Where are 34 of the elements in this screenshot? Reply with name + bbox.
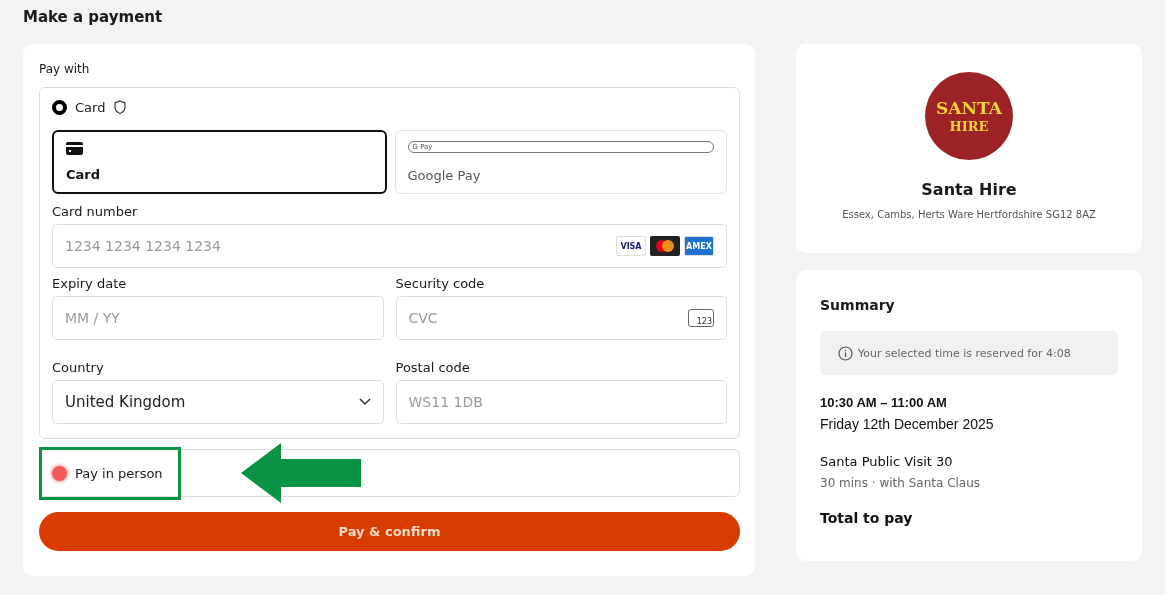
merchant-address: Essex, Cambs, Herts Ware Hertfordshire SG12 8AZ — [842, 209, 1096, 220]
field-label: Security code — [395, 276, 486, 291]
item-detail: 30 mins · with Santa Claus — [820, 476, 982, 490]
credit-card-icon — [66, 142, 83, 155]
section-label: Pay with — [39, 62, 91, 76]
mastercard-logo — [650, 236, 680, 256]
cvc-card-icon: 123 — [687, 309, 714, 327]
radio-button[interactable] — [52, 465, 67, 481]
arrow-icon — [240, 443, 361, 503]
field-label: Expiry date — [52, 276, 128, 291]
visa-logo: VISA — [616, 236, 646, 256]
country-select[interactable]: United Kingdom — [52, 380, 384, 424]
merchant-logo: SANTA HIRE — [925, 72, 1013, 160]
radio-button[interactable] — [52, 100, 67, 115]
merchant-name: Santa Hire — [921, 180, 1017, 199]
time-range: 10:30 AM – 11:00 AM — [820, 395, 948, 410]
shield-icon — [113, 100, 128, 115]
booking-date: Friday 12th December 2025 — [820, 416, 995, 432]
summary-title: Summary — [820, 297, 896, 313]
amex-logo: AMEX — [684, 236, 714, 256]
notice-text: Your selected time is reserved for 4:08 — [858, 346, 1071, 360]
total-label: Total to pay — [820, 510, 914, 526]
item-name: Santa Public Visit 30 — [820, 454, 954, 469]
payment-method-tab[interactable]: Card — [52, 130, 387, 194]
field-label: Postal code — [395, 360, 471, 375]
option-label: Card — [75, 100, 106, 115]
page-title: Make a payment — [23, 8, 164, 26]
field-label: Card number — [52, 204, 139, 219]
security-code-field[interactable]: CVC 123 — [395, 296, 727, 340]
info-icon — [838, 345, 853, 361]
option-label: Pay in person — [75, 465, 163, 481]
field-label: Country — [52, 360, 105, 375]
chevron-down-icon — [358, 398, 371, 406]
card-number-field[interactable]: 1234 1234 1234 1234 VISA AMEX — [52, 224, 727, 268]
